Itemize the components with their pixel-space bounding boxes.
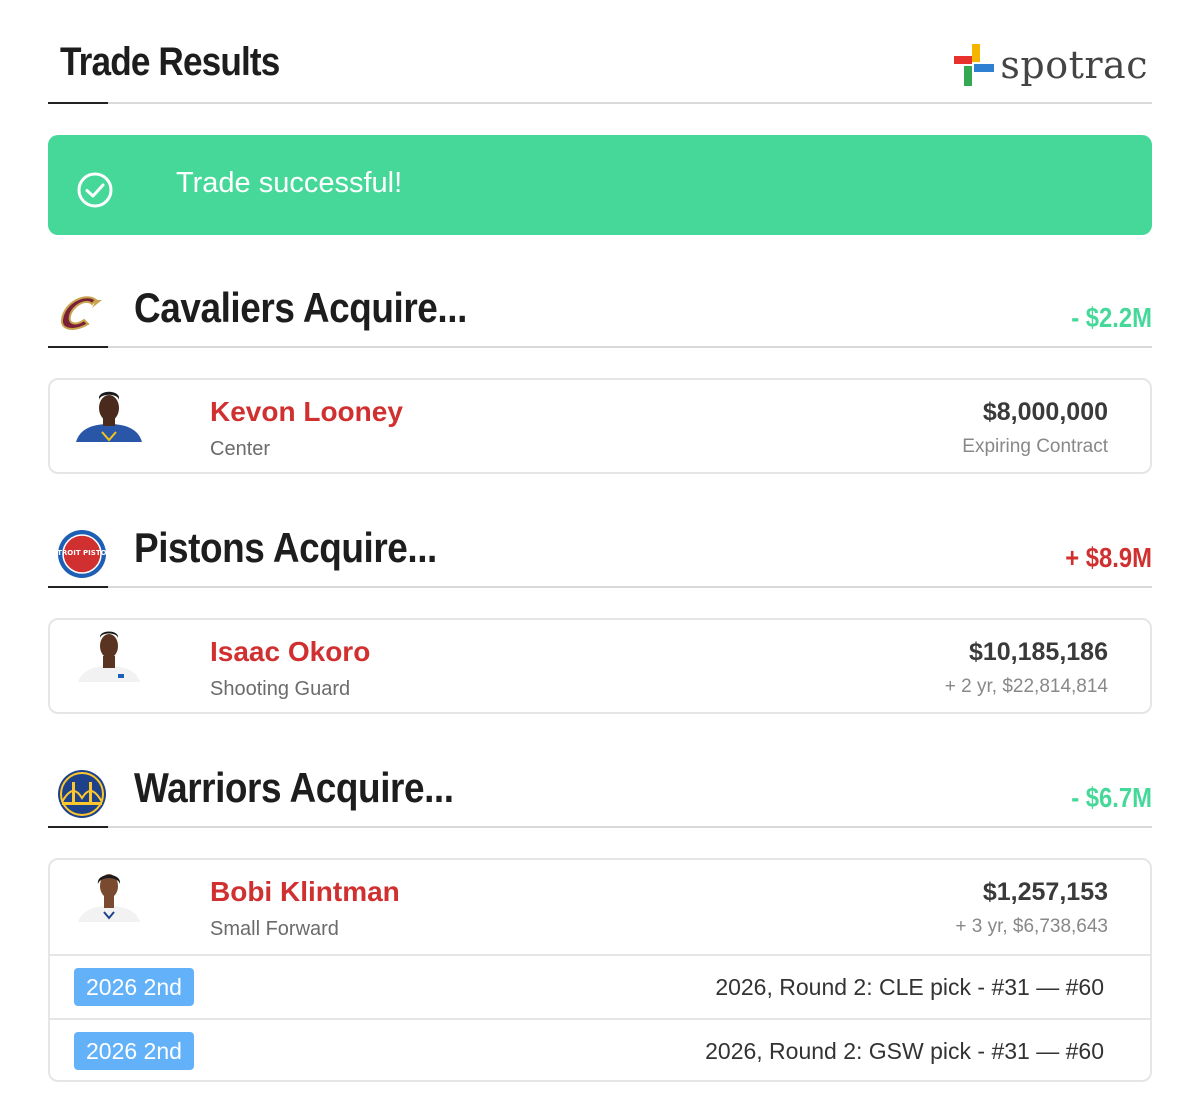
player-position: Shooting Guard xyxy=(210,678,351,700)
cavaliers-logo-icon xyxy=(61,296,102,330)
check-circle-icon xyxy=(77,172,113,208)
player-contract: + 2 yr, $22,814,814 xyxy=(944,676,1108,697)
team-header-warriors: Warriors Acquire... - $6.7M xyxy=(48,758,1152,828)
player-contract: + 3 yr, $6,738,643 xyxy=(955,916,1108,937)
pistons-logo-icon: DETROIT PISTONS xyxy=(56,530,108,578)
page-header: Trade Results spotrac xyxy=(48,40,1152,104)
player-row[interactable]: Bobi Klintman Small Forward $1,257,153 +… xyxy=(50,860,1150,954)
player-position: Small Forward xyxy=(210,918,339,940)
player-salary: $8,000,000 xyxy=(982,398,1108,426)
player-name[interactable]: Kevon Looney xyxy=(210,396,403,428)
player-headshot xyxy=(76,391,142,442)
success-alert: Trade successful! xyxy=(48,135,1152,235)
player-card[interactable]: Isaac Okoro Shooting Guard $10,185,186 +… xyxy=(48,618,1152,714)
pick-badge: 2026 2nd xyxy=(74,968,194,1006)
player-row[interactable]: Kevon Looney Center $8,000,000 Expiring … xyxy=(50,380,1150,472)
alert-message: Trade successful! xyxy=(176,167,403,199)
team-header-pistons: DETROIT PISTONS Pistons Acquire... + $8.… xyxy=(48,518,1152,588)
team-header-cavaliers: Cavaliers Acquire... - $2.2M xyxy=(48,278,1152,348)
player-card[interactable]: Bobi Klintman Small Forward $1,257,153 +… xyxy=(48,858,1152,1082)
player-salary: $10,185,186 xyxy=(968,638,1108,666)
cap-change: + $8.9M xyxy=(1065,542,1152,573)
cap-change: - $2.2M xyxy=(1071,302,1152,333)
team-title: Cavaliers Acquire... xyxy=(134,284,467,331)
section-underline xyxy=(48,586,108,588)
player-row[interactable]: Isaac Okoro Shooting Guard $10,185,186 +… xyxy=(50,620,1150,712)
player-name[interactable]: Bobi Klintman xyxy=(210,876,400,908)
player-headshot xyxy=(78,874,140,922)
section-underline xyxy=(48,826,108,828)
section-underline xyxy=(48,346,108,348)
player-card[interactable]: Kevon Looney Center $8,000,000 Expiring … xyxy=(48,378,1152,474)
cap-change: - $6.7M xyxy=(1071,782,1152,813)
logo-text: spotrac xyxy=(1000,43,1148,87)
spotrac-logo-icon xyxy=(954,44,995,86)
page-title: Trade Results xyxy=(60,40,280,84)
player-position: Center xyxy=(210,438,271,460)
spotrac-logo[interactable]: spotrac xyxy=(950,42,1148,88)
draft-pick-row: 2026 2nd 2026, Round 2: GSW pick - #31 —… xyxy=(50,1018,1150,1080)
pick-badge: 2026 2nd xyxy=(74,1032,194,1070)
draft-pick-row: 2026 2nd 2026, Round 2: CLE pick - #31 —… xyxy=(50,954,1150,1018)
player-contract: Expiring Contract xyxy=(962,436,1108,457)
header-underline xyxy=(48,102,108,104)
player-salary: $1,257,153 xyxy=(982,878,1108,906)
team-title: Warriors Acquire... xyxy=(134,764,454,811)
warriors-logo-icon xyxy=(58,770,106,818)
player-headshot xyxy=(78,631,140,682)
player-name[interactable]: Isaac Okoro xyxy=(210,636,370,668)
pick-description: 2026, Round 2: CLE pick - #31 — #60 xyxy=(715,974,1104,1000)
team-title: Pistons Acquire... xyxy=(134,524,437,571)
pick-description: 2026, Round 2: GSW pick - #31 — #60 xyxy=(705,1038,1104,1064)
pistons-logo-text: DETROIT PISTONS xyxy=(56,549,108,557)
